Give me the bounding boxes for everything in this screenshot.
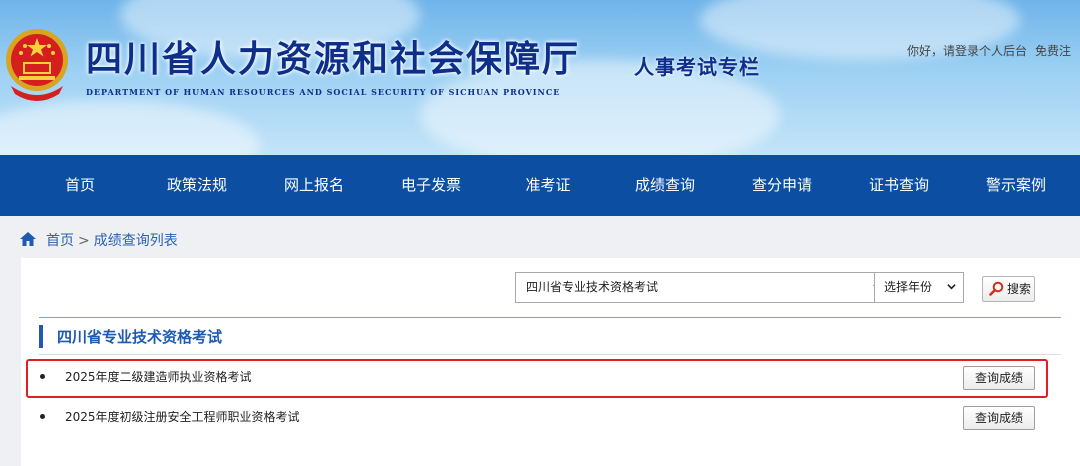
- nav-item-registration[interactable]: 网上报名: [264, 155, 364, 216]
- exam-type-select-value: 四川省专业技术资格考试: [526, 280, 659, 294]
- header-banner: 四川省人力资源和社会保障厅 DEPARTMENT OF HUMAN RESOUR…: [0, 0, 1080, 155]
- divider: [39, 354, 1061, 355]
- query-score-button[interactable]: 查询成绩: [963, 406, 1035, 430]
- nav-item-score-review[interactable]: 查分申请: [732, 155, 832, 216]
- nav-item-score-query[interactable]: 成绩查询: [615, 155, 715, 216]
- year-select-value: 选择年份: [884, 280, 933, 294]
- national-emblem-icon: [6, 29, 68, 101]
- breadcrumb-home[interactable]: 首页: [46, 233, 74, 249]
- exam-title[interactable]: 2025年度初级注册安全工程师职业资格考试: [65, 408, 300, 425]
- category-marker: [39, 325, 43, 348]
- chevron-down-icon: [947, 284, 956, 290]
- login-link[interactable]: 你好，请登录个人后台: [907, 44, 1027, 58]
- site-title: 四川省人力资源和社会保障厅: [86, 38, 581, 80]
- nav-item-home[interactable]: 首页: [30, 155, 130, 216]
- cloud-decoration: [0, 100, 260, 155]
- category-title: 四川省专业技术资格考试: [57, 329, 223, 346]
- year-select[interactable]: 选择年份: [874, 272, 964, 303]
- exam-type-select[interactable]: 四川省专业技术资格考试: [515, 272, 890, 303]
- nav-item-invoice[interactable]: 电子发票: [381, 155, 481, 216]
- breadcrumb-current[interactable]: 成绩查询列表: [94, 233, 178, 249]
- bullet-icon: [40, 414, 45, 419]
- search-button-label: 搜索: [1007, 282, 1032, 296]
- divider: [39, 317, 1061, 318]
- main-nav: 首页 政策法规 网上报名 电子发票 准考证 成绩查询 查分申请 证书查询 警示案…: [0, 155, 1080, 216]
- section-title: 人事考试专栏: [634, 55, 760, 79]
- results-panel: 四川省专业技术资格考试 选择年份 搜索 四川省专业技术资格考试 2025年度二级…: [21, 258, 1080, 466]
- highlight-box: [26, 359, 1048, 398]
- home-icon: [20, 232, 36, 246]
- register-link[interactable]: 免费注: [1035, 44, 1071, 58]
- search-icon: [989, 281, 1004, 296]
- breadcrumb: 首页 > 成绩查询列表: [20, 230, 178, 252]
- breadcrumb-separator: >: [78, 233, 90, 249]
- nav-item-policy[interactable]: 政策法规: [147, 155, 247, 216]
- site-subtitle: DEPARTMENT OF HUMAN RESOURCES AND SOCIAL…: [86, 87, 561, 97]
- nav-item-warning-cases[interactable]: 警示案例: [966, 155, 1066, 216]
- nav-item-certificate[interactable]: 证书查询: [849, 155, 949, 216]
- user-links: 你好，请登录个人后台 免费注: [907, 42, 1079, 59]
- exam-row: 2025年度初级注册安全工程师职业资格考试 查询成绩: [21, 401, 1061, 437]
- search-button[interactable]: 搜索: [982, 276, 1035, 302]
- nav-item-admission-ticket[interactable]: 准考证: [498, 155, 598, 216]
